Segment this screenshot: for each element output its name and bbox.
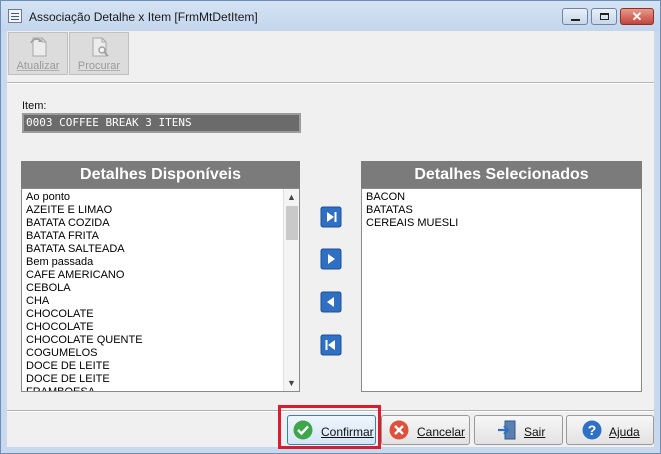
ajuda-button[interactable]: ? Ajuda bbox=[566, 415, 654, 445]
selected-items: BACON BATATAS CEREAIS MUESLI bbox=[362, 189, 641, 230]
maximize-button[interactable] bbox=[591, 8, 617, 25]
scroll-up-icon[interactable]: ▲ bbox=[284, 189, 299, 205]
procurar-label: Procurar bbox=[77, 60, 121, 72]
list-item[interactable]: CEREAIS MUESLI bbox=[362, 217, 641, 230]
ajuda-label: Ajuda bbox=[609, 425, 640, 439]
list-item[interactable]: DOCE DE LEITE bbox=[22, 360, 299, 373]
list-item[interactable]: BACON bbox=[362, 191, 641, 204]
list-item[interactable]: Ao ponto bbox=[22, 191, 299, 204]
list-item[interactable]: FRAMBOESA bbox=[22, 386, 299, 391]
atualizar-button[interactable]: Atualizar bbox=[8, 32, 68, 75]
list-item[interactable]: CHOCOLATE bbox=[22, 321, 299, 334]
list-item[interactable]: BATATA COZIDA bbox=[22, 217, 299, 230]
available-items: Ao ponto AZEITE E LIMAO BATATA COZIDA BATAT… bbox=[22, 189, 299, 391]
app-icon bbox=[8, 9, 22, 23]
title-bar[interactable]: Associação Detalhe x Item [FrmMtDetItem]… bbox=[1, 1, 660, 31]
document-search-icon bbox=[92, 37, 109, 57]
help-icon: ? bbox=[582, 420, 602, 440]
svg-text:?: ? bbox=[588, 422, 597, 438]
close-icon: ✕ bbox=[631, 9, 643, 24]
window-title: Associação Detalhe x Item [FrmMtDetItem] bbox=[29, 10, 258, 24]
list-item[interactable]: BATATA FRITA bbox=[22, 230, 299, 243]
minimize-button[interactable] bbox=[562, 8, 588, 25]
move-all-right-button[interactable] bbox=[320, 206, 342, 228]
move-all-left-button[interactable] bbox=[320, 334, 342, 356]
close-button[interactable]: ✕ bbox=[620, 8, 654, 25]
move-right-button[interactable] bbox=[320, 248, 342, 270]
available-list[interactable]: Ao ponto AZEITE E LIMAO BATATA COZIDA BATAT… bbox=[21, 188, 300, 392]
minimize-icon bbox=[571, 19, 580, 21]
list-item[interactable]: CHOCOLATE bbox=[22, 308, 299, 321]
available-header: Detalhes Disponíveis bbox=[21, 161, 300, 188]
list-item[interactable]: BATATAS bbox=[362, 204, 641, 217]
sair-button[interactable]: Sair bbox=[474, 415, 563, 445]
cancelar-label: Cancelar bbox=[417, 425, 466, 439]
list-item[interactable]: Bem passada bbox=[22, 256, 299, 269]
list-item[interactable]: CHOCOLATE QUENTE bbox=[22, 334, 299, 347]
cancel-icon bbox=[389, 420, 409, 440]
selected-header: Detalhes Selecionados bbox=[361, 161, 642, 188]
atualizar-label: Atualizar bbox=[16, 60, 60, 72]
item-field[interactable]: 0003 COFFEE BREAK 3 ITENS bbox=[22, 113, 301, 133]
selected-list[interactable]: BACON BATATAS CEREAIS MUESLI bbox=[361, 188, 642, 392]
exit-door-icon bbox=[498, 420, 516, 440]
main-window: Associação Detalhe x Item [FrmMtDetItem]… bbox=[0, 0, 661, 454]
confirmar-highlight bbox=[278, 405, 381, 449]
list-item[interactable]: COGUMELOS bbox=[22, 347, 299, 360]
document-refresh-icon bbox=[30, 37, 47, 57]
list-item[interactable]: BATATA SALTEADA bbox=[22, 243, 299, 256]
item-label: Item: bbox=[22, 100, 47, 112]
move-left-button[interactable] bbox=[320, 291, 342, 313]
list-item[interactable]: CHA bbox=[22, 295, 299, 308]
cancelar-button[interactable]: Cancelar bbox=[381, 415, 470, 445]
sair-label: Sair bbox=[524, 425, 546, 439]
available-scrollbar[interactable]: ▲ ▼ bbox=[283, 189, 299, 391]
procurar-button[interactable]: Procurar bbox=[69, 32, 129, 75]
list-item[interactable]: AZEITE E LIMAO bbox=[22, 204, 299, 217]
maximize-icon bbox=[600, 13, 609, 20]
list-item[interactable]: CAFE AMERICANO bbox=[22, 269, 299, 282]
list-item[interactable]: CEBOLA bbox=[22, 282, 299, 295]
scroll-down-icon[interactable]: ▼ bbox=[284, 375, 299, 391]
scroll-thumb[interactable] bbox=[286, 206, 298, 240]
client-area: Atualizar Procurar Item: 0003 COFFEE BRE… bbox=[7, 31, 654, 447]
list-item[interactable]: DOCE DE LEITE bbox=[22, 373, 299, 386]
toolbar-separator bbox=[7, 82, 654, 84]
